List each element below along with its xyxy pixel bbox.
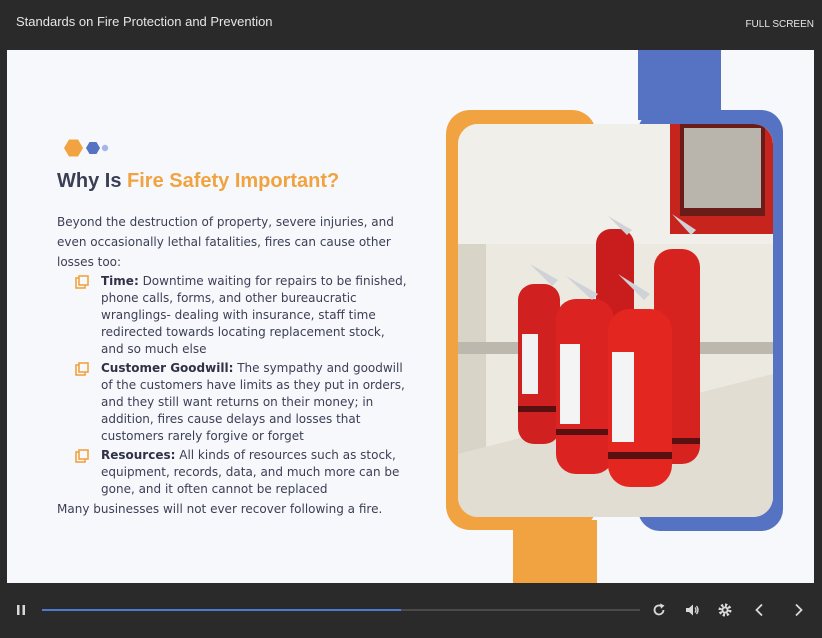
course-title: Standards on Fire Protection and Prevent… — [16, 14, 273, 29]
hexagon-decor-icon — [64, 139, 109, 157]
top-bar: Standards on Fire Protection and Prevent… — [0, 0, 822, 50]
pause-icon[interactable] — [12, 601, 30, 619]
list-item: Time: Downtime waiting for repairs to be… — [75, 273, 410, 358]
heading-prefix: Why Is — [57, 170, 128, 192]
next-icon[interactable] — [789, 601, 807, 619]
slide: Why Is Fire Safety Important? Beyond the… — [7, 50, 814, 583]
intro-paragraph: Beyond the destruction of property, seve… — [57, 215, 394, 269]
loss-list: Time: Downtime waiting for repairs to be… — [75, 273, 410, 500]
prev-icon[interactable] — [751, 601, 769, 619]
player-controls — [0, 583, 822, 638]
progress-fill — [42, 609, 401, 611]
bullet-term: Time: — [101, 274, 139, 288]
bullet-term: Resources: — [101, 448, 176, 462]
fullscreen-button[interactable]: FULL SCREEN — [745, 19, 814, 30]
bullet-icon — [75, 449, 89, 463]
volume-icon[interactable] — [683, 601, 701, 619]
bullet-icon — [75, 275, 89, 289]
slide-heading: Why Is Fire Safety Important? — [57, 170, 339, 193]
list-item: Resources: All kinds of resources such a… — [75, 447, 410, 498]
bullet-text: Downtime waiting for repairs to be finis… — [101, 274, 407, 356]
settings-icon[interactable] — [716, 601, 734, 619]
list-item: Customer Goodwill: The sympathy and good… — [75, 360, 410, 445]
heading-accent: Fire Safety Important? — [127, 170, 340, 192]
decor-orange-bar — [513, 520, 597, 583]
bullet-term: Customer Goodwill: — [101, 361, 234, 375]
progress-bar[interactable] — [42, 609, 640, 611]
bullet-icon — [75, 362, 89, 376]
closing-text: Many businesses will not ever recover fo… — [57, 502, 383, 516]
replay-icon[interactable] — [650, 601, 668, 619]
fire-extinguishers-photo — [458, 124, 773, 517]
